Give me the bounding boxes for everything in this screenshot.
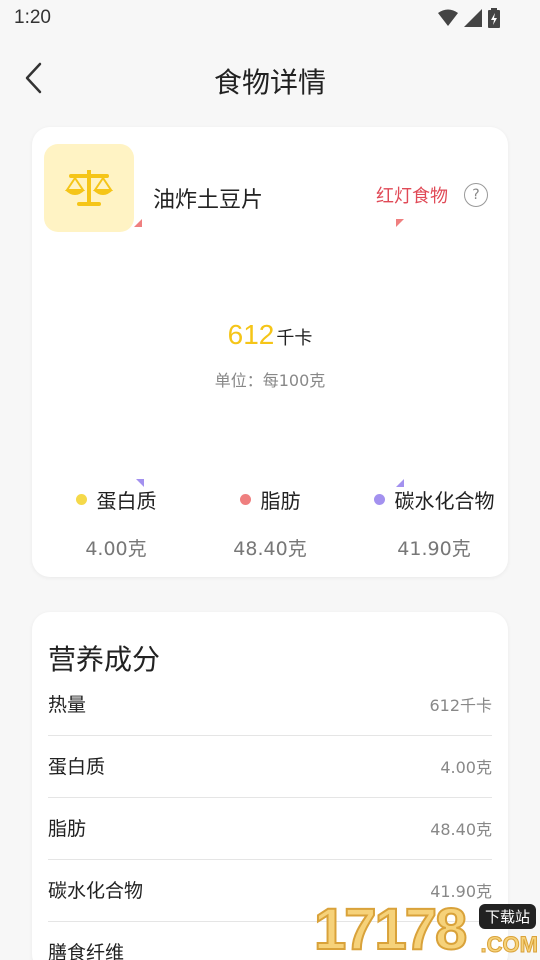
calorie-unit: 千卡	[276, 328, 313, 349]
watermark-tag: 下载站	[478, 904, 536, 929]
protein-dot	[75, 494, 87, 505]
status-time: 1:20	[14, 7, 51, 28]
macro-carbs: 碳水化合物 41.90克	[354, 479, 514, 561]
battery-icon	[488, 8, 500, 28]
decor-corner-mark	[396, 479, 404, 487]
fat-dot	[239, 494, 251, 505]
macro-value: 41.90克	[397, 538, 471, 560]
calorie-display: 612 千卡	[32, 319, 508, 351]
nutrient-name: 膳食纤维	[48, 942, 125, 960]
macro-label: 脂肪	[260, 489, 301, 513]
cellular-signal-icon	[464, 9, 482, 27]
watermark-number: 17178	[313, 896, 468, 960]
status-icons	[438, 8, 500, 28]
wifi-icon	[438, 9, 458, 26]
scale-icon	[65, 170, 113, 206]
macro-value: 4.00克	[85, 538, 147, 560]
nutrient-name: 脂肪	[48, 818, 87, 840]
nutrition-row: 热量 612千卡	[48, 674, 492, 736]
nutrition-row: 蛋白质 4.00克	[48, 736, 492, 798]
macro-value: 48.40克	[233, 538, 307, 560]
carbs-dot	[373, 494, 385, 505]
decor-corner-mark	[134, 219, 142, 227]
food-icon-box	[44, 144, 134, 232]
nutrient-value: 48.40克	[430, 820, 492, 839]
nutrient-name: 热量	[48, 694, 87, 716]
nutrient-value: 4.00克	[440, 758, 492, 777]
traffic-light-label: 红灯食物	[376, 186, 448, 207]
serving-unit: 单位：每100克	[214, 371, 326, 390]
decor-corner-mark	[396, 219, 404, 227]
nutrient-name: 碳水化合物	[48, 880, 144, 902]
macro-label: 碳水化合物	[394, 489, 495, 513]
macro-fat: 脂肪 48.40克	[190, 485, 350, 561]
watermark-suffix: .COM	[480, 932, 538, 958]
nutrition-row: 脂肪 48.40克	[48, 798, 492, 860]
app-bar: 食物详情	[0, 44, 540, 114]
status-bar: 1:20	[0, 0, 540, 36]
watermark-logo: 17178 下载站 .COM	[313, 896, 540, 960]
nutrition-title: 营养成分	[48, 643, 161, 676]
nutrient-value: 612千卡	[429, 696, 492, 715]
page-title: 食物详情	[213, 66, 326, 99]
question-icon: ?	[472, 187, 480, 203]
help-button[interactable]: ?	[464, 183, 488, 207]
macro-label: 蛋白质	[96, 489, 157, 513]
macro-protein: 蛋白质 4.00克	[36, 479, 196, 561]
food-summary-card: 油炸土豆片 红灯食物 ? 612 千卡 单位：每100克 蛋白质 4.00克 脂肪…	[32, 127, 508, 577]
food-name: 油炸土豆片	[153, 188, 264, 213]
calorie-value: 612	[227, 319, 275, 350]
decor-corner-mark	[136, 479, 144, 487]
nutrient-name: 蛋白质	[48, 756, 106, 778]
